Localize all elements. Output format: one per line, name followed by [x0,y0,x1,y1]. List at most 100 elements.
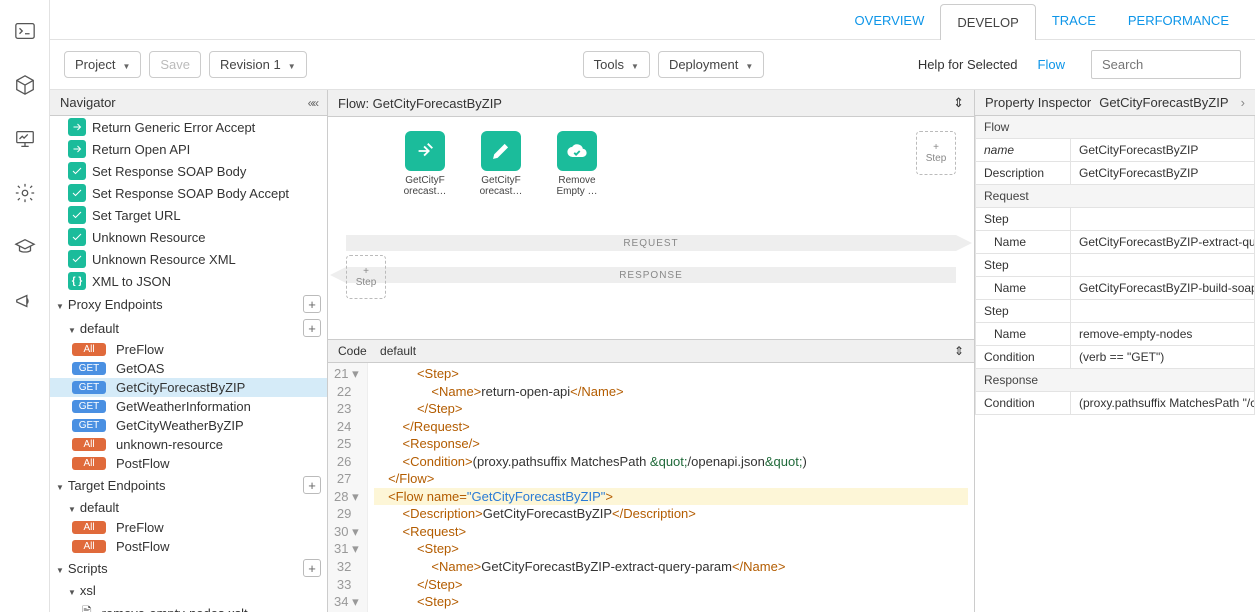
policy-item[interactable]: Unknown Resource [50,226,327,248]
collapse-navigator-icon[interactable]: «« [308,96,317,110]
inspector-key: Description [975,162,1071,185]
inspector-key: Name [975,277,1071,300]
flow-item[interactable]: GETGetCityForecastByZIP [50,378,327,397]
box-icon[interactable] [14,74,36,96]
navigator-title: Navigator [60,95,116,110]
inspector-value[interactable]: (verb == "GET") [1071,346,1255,369]
flow-canvas: Flow: GetCityForecastByZIP ⇕ GetCityFore… [328,90,974,340]
flow-item[interactable]: AllPostFlow [50,537,327,556]
code-editor[interactable]: 21 ▾ 22 23 24 25 26 27 28 ▾ 29 30 ▾ 31 ▾… [328,363,974,612]
flow-item[interactable]: AllPreFlow [50,340,327,359]
inspector-key: Name [975,323,1071,346]
add-script-button[interactable]: + [303,559,321,577]
flow-policy[interactable]: GetCityForecast… [472,131,530,197]
inspector-value[interactable] [1071,254,1255,277]
gear-icon[interactable] [14,182,36,204]
add-step-request[interactable]: +Step [916,131,956,175]
inspector-value[interactable]: remove-empty-nodes [1071,323,1255,346]
inspector-value[interactable]: GetCityForecastByZIP-build-soap [1071,277,1255,300]
search-input[interactable] [1091,50,1241,79]
navigator-panel: Navigator «« Return Generic Error Accept… [50,90,328,612]
project-button[interactable]: Project [64,51,141,78]
method-badge: All [72,521,106,534]
request-lane: REQUEST [346,235,956,251]
toolbar: Project Save Revision 1 Tools Deployment… [50,40,1255,90]
section-target[interactable]: Target Endpoints+ [50,473,327,497]
flow-title: Flow: GetCityForecastByZIP [338,96,502,111]
method-badge: GET [72,362,106,375]
policy-item[interactable]: Set Response SOAP Body [50,160,327,182]
section-default[interactable]: default+ [50,316,327,340]
inspector-value[interactable]: GetCityForecastByZIP-extract-qu [1071,231,1255,254]
code-tab[interactable]: Code [338,344,367,358]
tools-button[interactable]: Tools [583,51,650,78]
policy-item[interactable]: Set Response SOAP Body Accept [50,182,327,204]
method-badge: All [72,343,106,356]
response-lane: RESPONSE [346,267,956,283]
add-step-response[interactable]: +Step [346,255,386,299]
flow-item[interactable]: AllPostFlow [50,454,327,473]
policy-icon [68,228,86,246]
policy-item[interactable]: { }XML to JSON [50,270,327,292]
inspector-key: Condition [975,392,1071,415]
section-scripts[interactable]: Scripts+ [50,556,327,580]
collapse-code-icon[interactable]: ⇕ [954,344,964,358]
graduation-icon[interactable] [14,236,36,258]
policy-icon: { } [68,272,86,290]
megaphone-icon[interactable] [14,290,36,312]
inspector-key: name [975,139,1071,162]
file-item[interactable]: remove-empty-nodes.xslt [50,601,327,612]
add-target-button[interactable]: + [303,476,321,494]
flow-item[interactable]: Allunknown-resource [50,435,327,454]
help-link[interactable]: Flow [1038,57,1065,72]
flow-item[interactable]: GETGetOAS [50,359,327,378]
policy-icon [481,131,521,171]
tab-overview[interactable]: OVERVIEW [839,3,941,39]
code-subtab[interactable]: default [380,344,416,358]
help-label: Help for Selected [918,57,1018,72]
flow-policy[interactable]: RemoveEmpty … [548,131,606,197]
terminal-icon[interactable] [14,20,36,42]
collapse-flow-icon[interactable]: ⇕ [953,95,964,111]
inspector-key: Step [975,300,1071,323]
tab-develop[interactable]: DEVELOP [940,4,1035,40]
method-badge: All [72,540,106,553]
inspector-value[interactable] [1071,300,1255,323]
policy-icon [68,250,86,268]
add-proxy-button[interactable]: + [303,295,321,313]
flow-item[interactable]: GETGetWeatherInformation [50,397,327,416]
deployment-button[interactable]: Deployment [658,51,764,78]
flow-policy[interactable]: GetCityForecast… [396,131,454,197]
add-flow-button[interactable]: + [303,319,321,337]
method-badge: All [72,457,106,470]
arrow-left-icon [330,267,346,283]
section-proxy[interactable]: Proxy Endpoints+ [50,292,327,316]
method-badge: GET [72,419,106,432]
inspector-key: Condition [975,346,1071,369]
policy-item[interactable]: Unknown Resource XML [50,248,327,270]
tab-performance[interactable]: PERFORMANCE [1112,3,1245,39]
save-button[interactable]: Save [149,51,201,78]
inspector-key: Step [975,254,1071,277]
arrow-right-icon [956,235,972,251]
left-rail [0,0,50,612]
section-xsl[interactable]: xsl [50,580,327,601]
policy-item[interactable]: Return Open API [50,138,327,160]
collapse-inspector-icon[interactable]: › [1241,95,1245,110]
policy-item[interactable]: Return Generic Error Accept [50,116,327,138]
flow-item[interactable]: GETGetCityWeatherByZIP [50,416,327,435]
policy-item[interactable]: Set Target URL [50,204,327,226]
policy-icon [68,140,86,158]
inspector-value[interactable]: GetCityForecastByZIP [1071,139,1255,162]
tab-trace[interactable]: TRACE [1036,3,1112,39]
method-badge: GET [72,400,106,413]
inspector-value[interactable]: GetCityForecastByZIP [1071,162,1255,185]
section-target-default[interactable]: default [50,497,327,518]
inspector-value[interactable] [1071,208,1255,231]
inspector-value[interactable]: (proxy.pathsuffix MatchesPath "/c [1071,392,1255,415]
inspector-title: Property Inspector [985,95,1091,110]
revision-button[interactable]: Revision 1 [209,51,307,78]
flow-item[interactable]: AllPreFlow [50,518,327,537]
policy-icon [68,162,86,180]
monitor-icon[interactable] [14,128,36,150]
